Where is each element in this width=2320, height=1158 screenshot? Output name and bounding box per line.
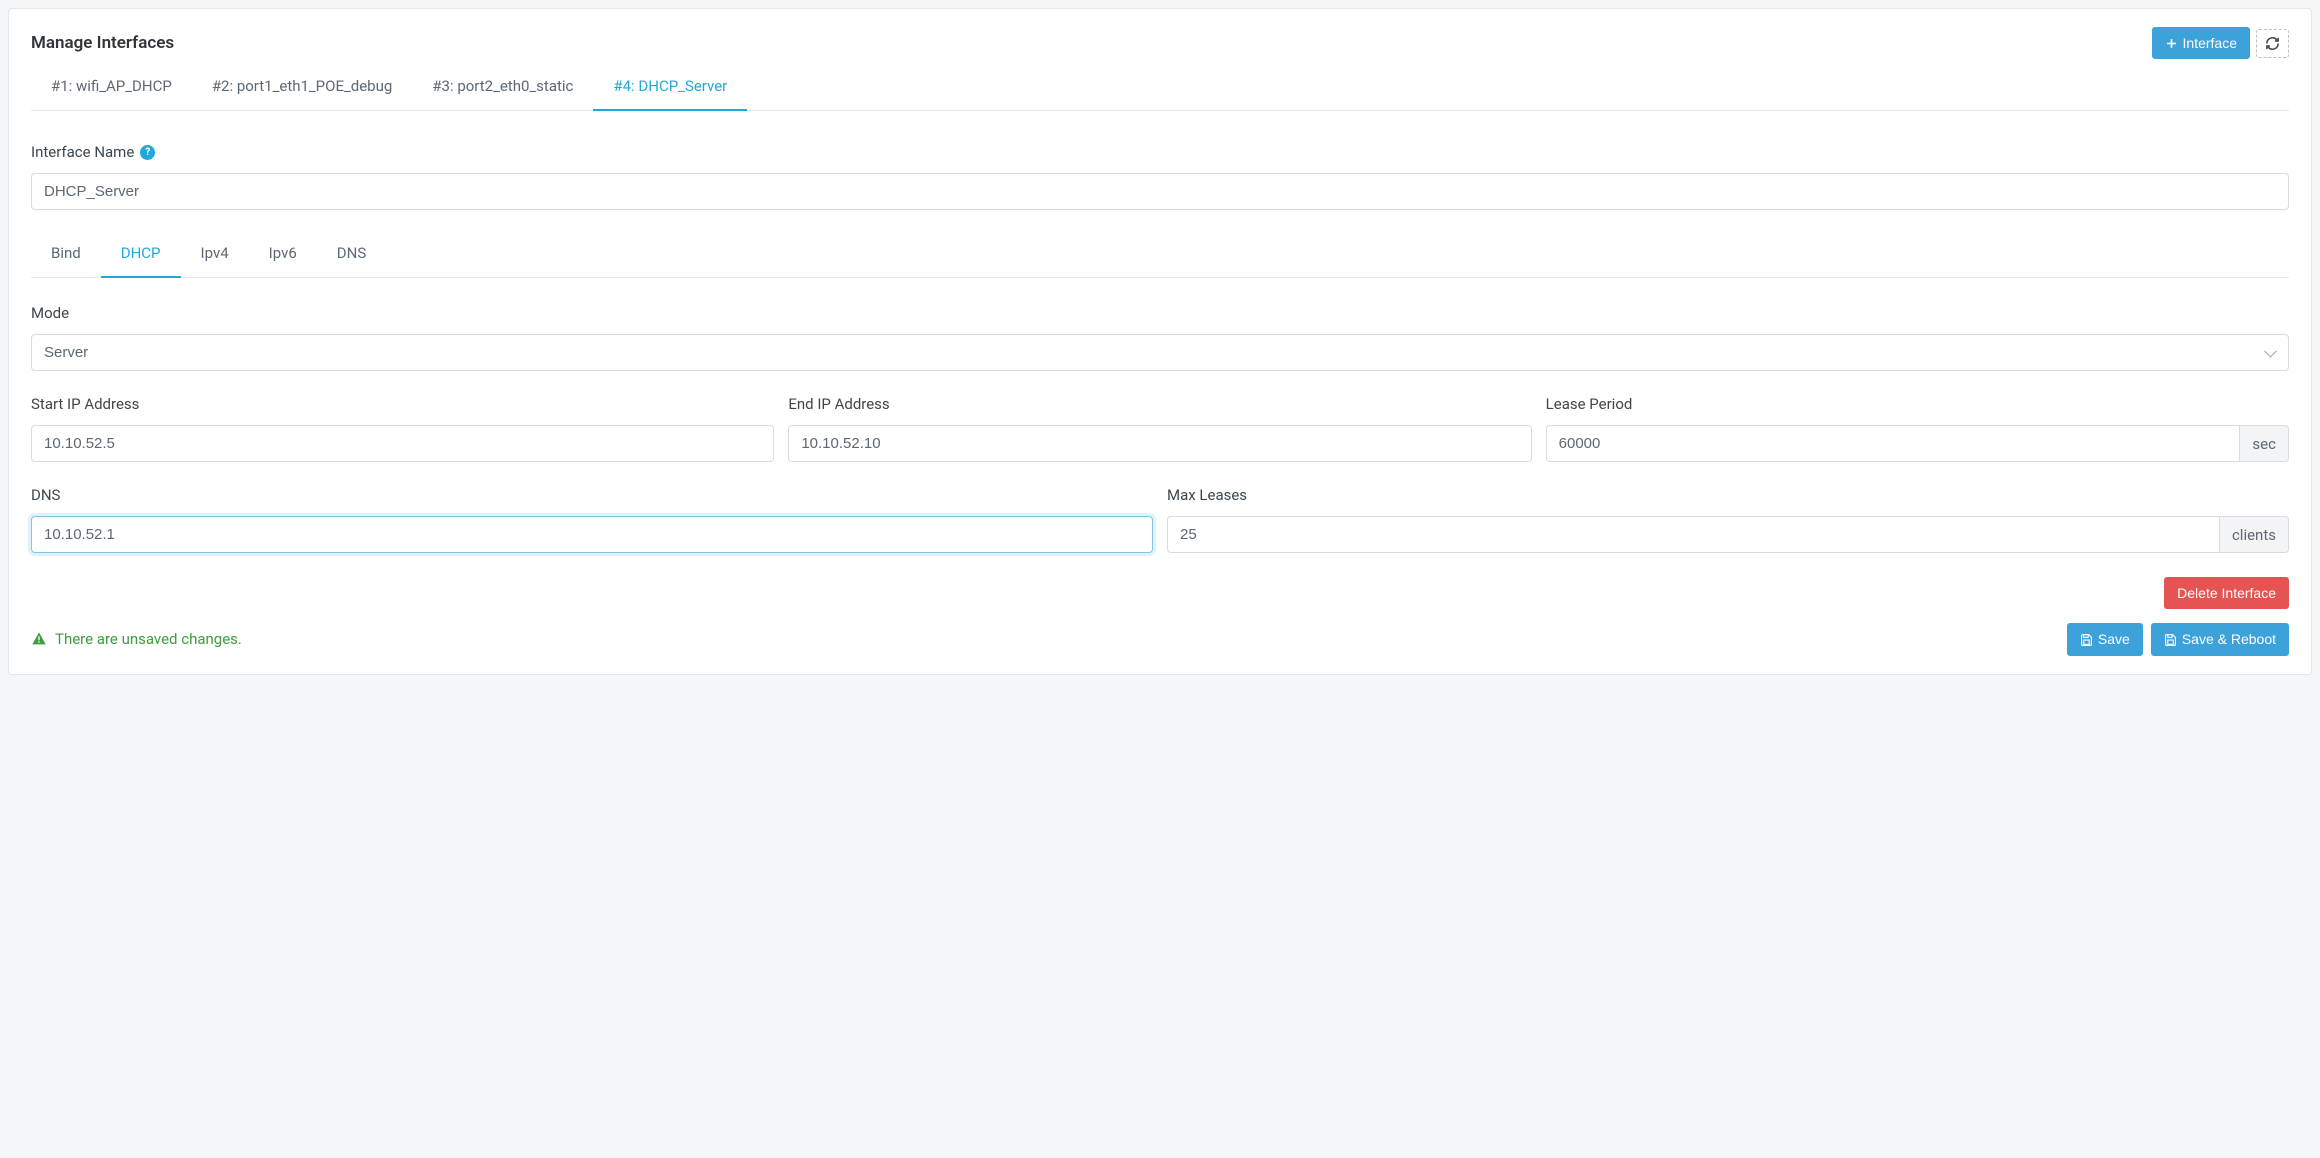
max-leases-label: Max Leases xyxy=(1167,486,2289,504)
delete-interface-button[interactable]: Delete Interface xyxy=(2164,577,2289,609)
interface-name-input[interactable] xyxy=(31,173,2289,210)
header-actions: Interface xyxy=(2152,27,2289,59)
tab-interface-1[interactable]: #1: wifi_AP_DHCP xyxy=(31,67,192,111)
max-leases-input-group: clients xyxy=(1167,516,2289,553)
start-ip-label: Start IP Address xyxy=(31,395,774,413)
end-ip-label: End IP Address xyxy=(788,395,1531,413)
interface-name-group: Interface Name ? xyxy=(31,143,2289,210)
mode-select-wrap: Server xyxy=(31,334,2289,371)
warning-icon xyxy=(31,631,47,647)
plus-icon xyxy=(2165,37,2178,50)
page-title: Manage Interfaces xyxy=(31,33,174,53)
interface-form: Interface Name ? Bind DHCP Ipv4 Ipv6 DNS… xyxy=(31,111,2289,655)
sub-tabs: Bind DHCP Ipv4 Ipv6 DNS xyxy=(31,234,2289,278)
end-ip-group: End IP Address xyxy=(788,395,1531,462)
max-leases-input[interactable] xyxy=(1167,516,2219,553)
start-ip-group: Start IP Address xyxy=(31,395,774,462)
footer-row: There are unsaved changes. Save Save & R… xyxy=(31,623,2289,655)
max-leases-group: Max Leases clients xyxy=(1167,486,2289,553)
save-reboot-button[interactable]: Save & Reboot xyxy=(2151,623,2289,655)
help-icon[interactable]: ? xyxy=(140,145,155,160)
tab-ipv6[interactable]: Ipv6 xyxy=(249,234,317,278)
card-header: Manage Interfaces Interface xyxy=(31,27,2289,59)
lease-group: Lease Period sec xyxy=(1546,395,2289,462)
save-button[interactable]: Save xyxy=(2067,623,2143,655)
interface-tabs: #1: wifi_AP_DHCP #2: port1_eth1_POE_debu… xyxy=(31,67,2289,111)
dns-label: DNS xyxy=(31,486,1153,504)
lease-suffix: sec xyxy=(2239,425,2289,462)
lease-input[interactable] xyxy=(1546,425,2240,462)
interface-name-label: Interface Name ? xyxy=(31,143,2289,161)
dns-input[interactable] xyxy=(31,516,1153,553)
save-icon xyxy=(2164,633,2177,646)
unsaved-text: There are unsaved changes. xyxy=(55,630,242,648)
mode-group: Mode Server xyxy=(31,304,2289,371)
max-leases-suffix: clients xyxy=(2219,516,2289,553)
tab-dns[interactable]: DNS xyxy=(317,234,386,278)
tab-interface-3[interactable]: #3: port2_eth0_static xyxy=(412,67,593,111)
mode-label: Mode xyxy=(31,304,2289,322)
tab-interface-2[interactable]: #2: port1_eth1_POE_debug xyxy=(192,67,412,111)
tab-interface-4[interactable]: #4: DHCP_Server xyxy=(593,67,747,111)
interface-name-label-text: Interface Name xyxy=(31,143,134,161)
add-interface-button[interactable]: Interface xyxy=(2152,27,2250,59)
save-label: Save xyxy=(2098,630,2130,648)
tab-ipv4[interactable]: Ipv4 xyxy=(181,234,249,278)
tab-dhcp[interactable]: DHCP xyxy=(101,234,181,278)
unsaved-changes-notice: There are unsaved changes. xyxy=(31,630,242,648)
delete-row: Delete Interface xyxy=(31,577,2289,609)
lease-input-group: sec xyxy=(1546,425,2289,462)
end-ip-input[interactable] xyxy=(788,425,1531,462)
lease-label: Lease Period xyxy=(1546,395,2289,413)
ip-lease-row: Start IP Address End IP Address Lease Pe… xyxy=(31,395,2289,462)
start-ip-input[interactable] xyxy=(31,425,774,462)
refresh-icon xyxy=(2265,36,2280,51)
dns-max-row: DNS Max Leases clients xyxy=(31,486,2289,553)
dns-group: DNS xyxy=(31,486,1153,553)
save-reboot-label: Save & Reboot xyxy=(2182,630,2276,648)
manage-interfaces-card: Manage Interfaces Interface #1: wifi_AP_… xyxy=(8,8,2312,675)
add-interface-label: Interface xyxy=(2183,34,2237,52)
save-buttons: Save Save & Reboot xyxy=(2067,623,2289,655)
mode-select[interactable]: Server xyxy=(31,334,2289,371)
tab-bind[interactable]: Bind xyxy=(31,234,101,278)
save-icon xyxy=(2080,633,2093,646)
refresh-button[interactable] xyxy=(2256,29,2289,58)
